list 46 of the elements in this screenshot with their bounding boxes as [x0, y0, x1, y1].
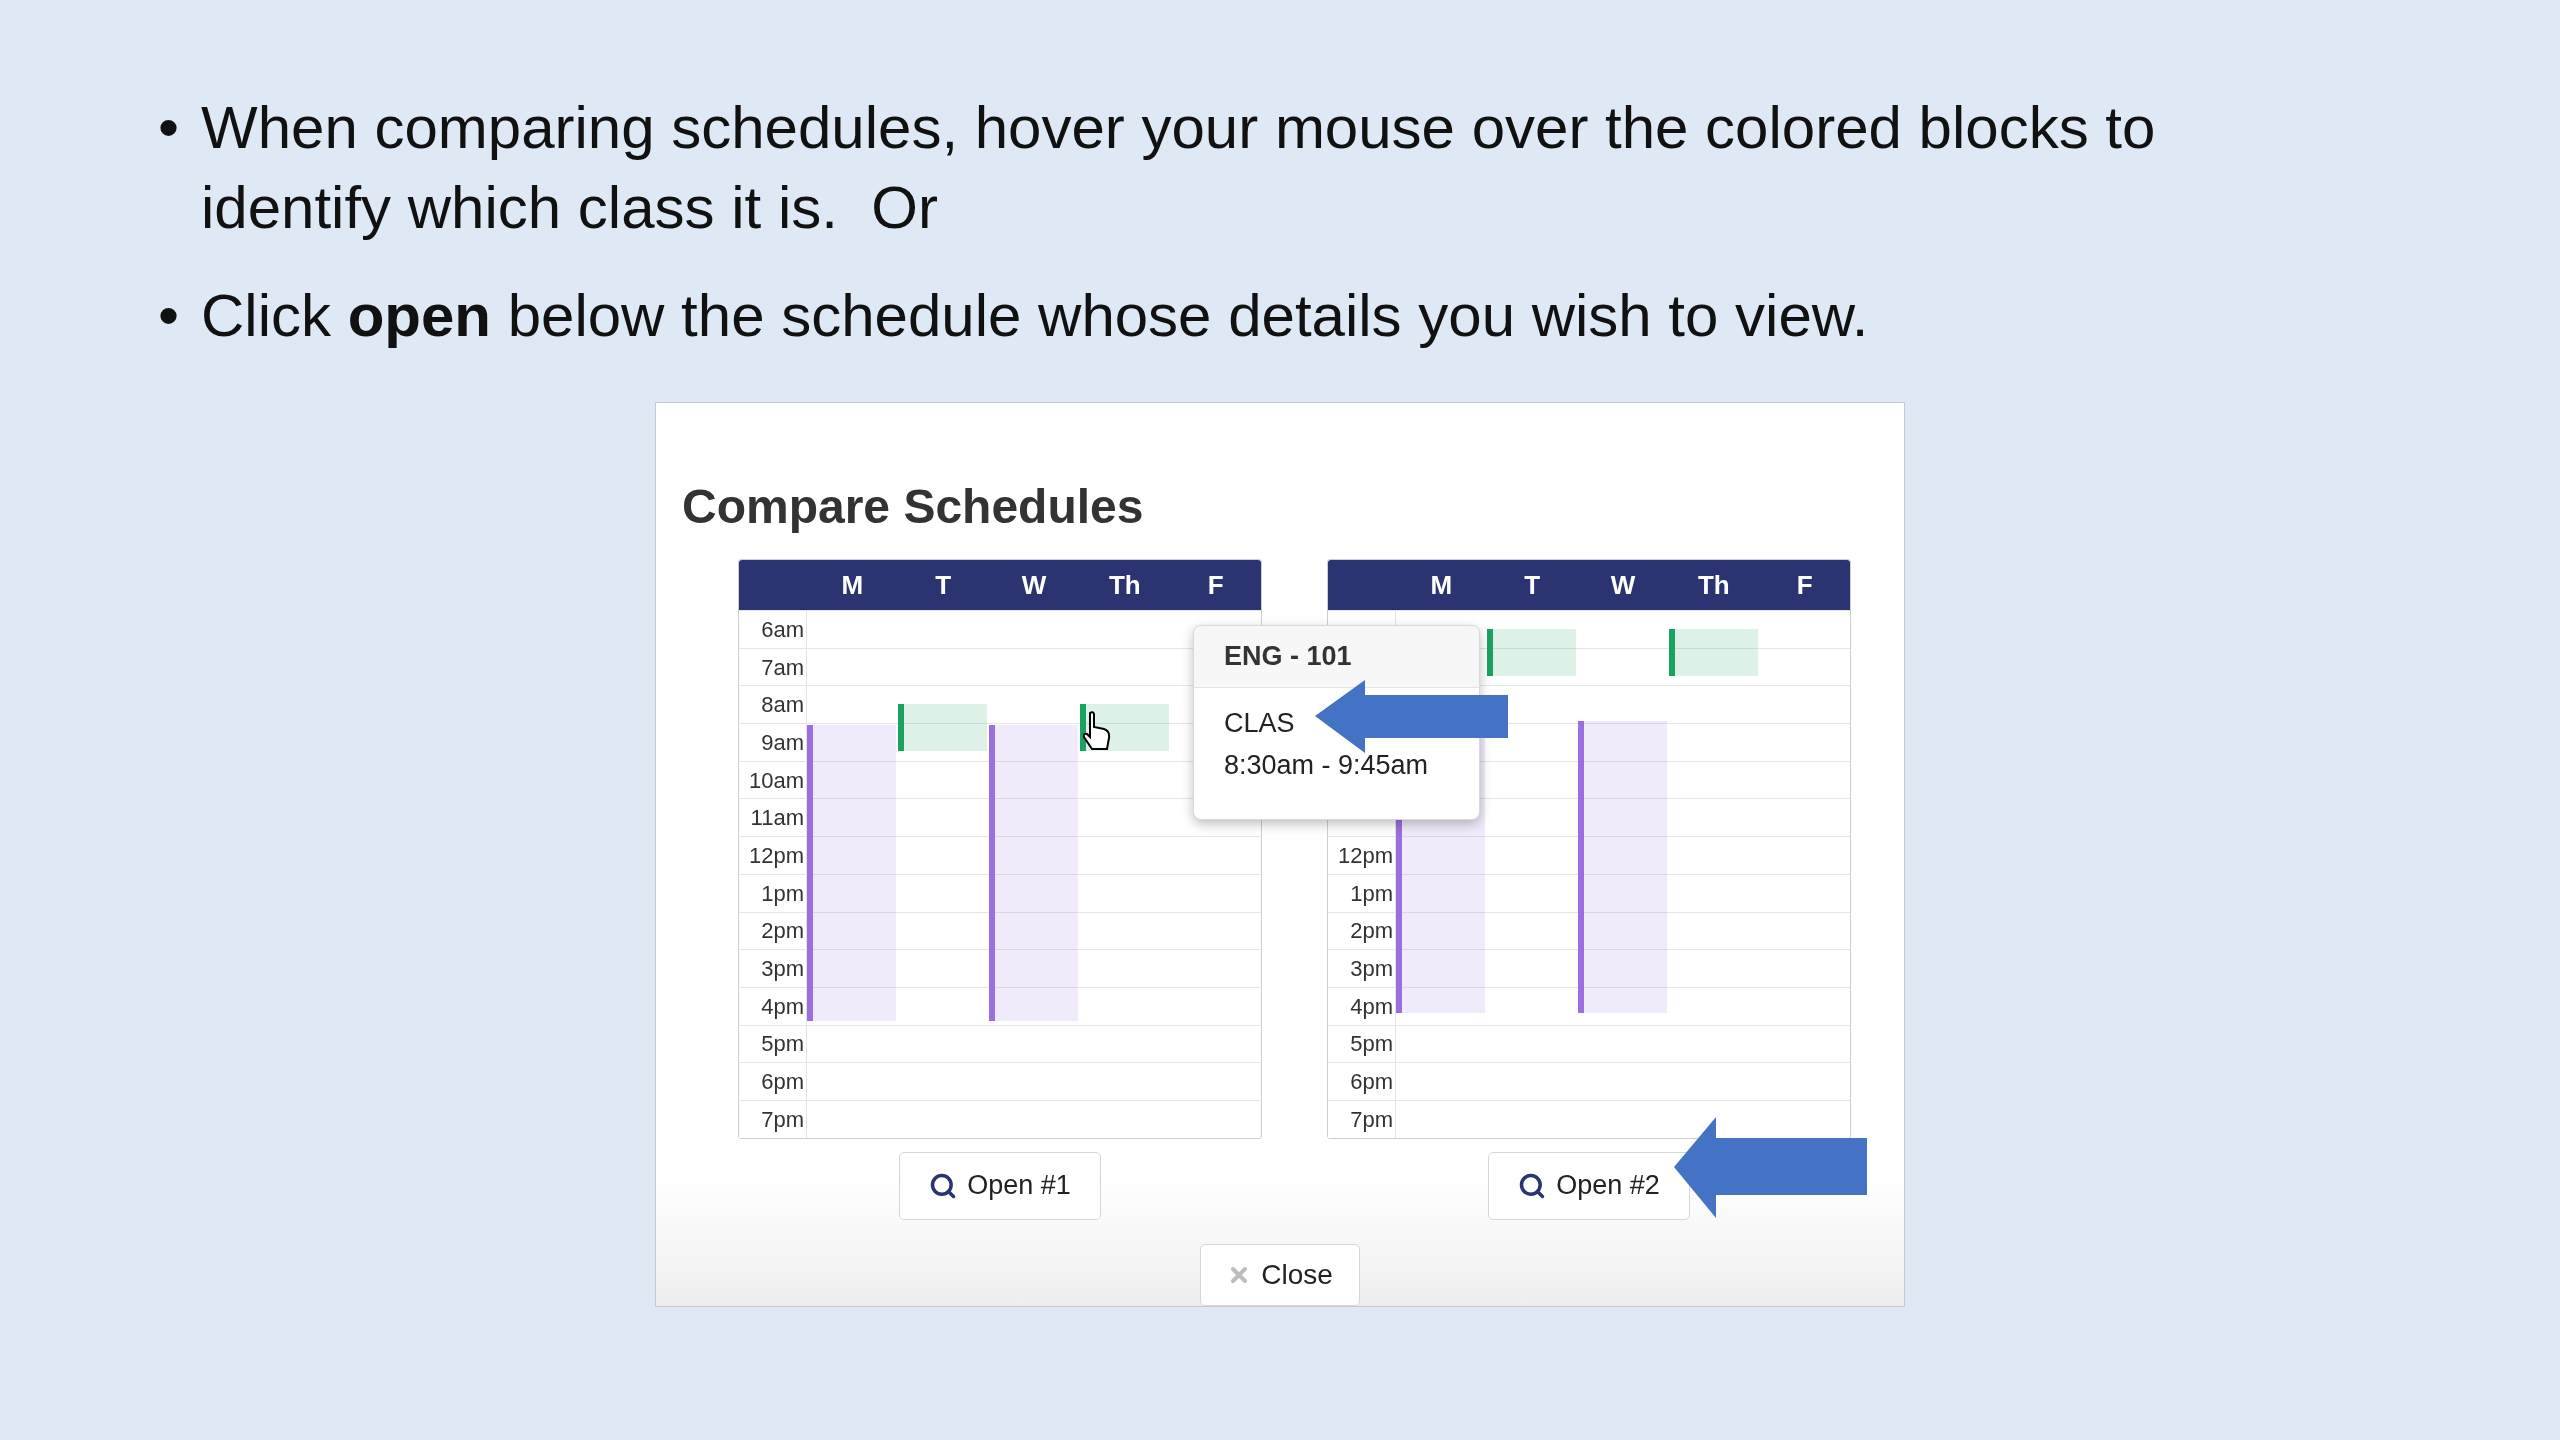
bullet-text: Click open below the schedule whose details you wish to view. [201, 281, 1870, 351]
time-label: 6pm [1350, 1068, 1393, 1097]
time-label: 6am [761, 615, 804, 644]
time-label: 9am [761, 728, 804, 757]
day-header: T [1524, 568, 1541, 602]
tooltip-text: CLAS [1224, 707, 1296, 740]
day-header: F [1207, 568, 1224, 602]
hand-cursor-icon [1082, 711, 1112, 751]
time-label: 12pm [748, 841, 804, 870]
day-header: W [1610, 568, 1636, 602]
time-label: 7pm [761, 1105, 804, 1134]
time-label: 2pm [1350, 917, 1393, 946]
time-label: 3pm [761, 955, 804, 984]
tooltip-text: 8:30am - 9:45am [1224, 749, 1430, 782]
time-label: 11am [750, 804, 804, 833]
bullet-text: When comparing schedules, hover your mouse over the colored blocks to identify which class it is. Or [201, 93, 2157, 243]
time-label: 4pm [761, 992, 804, 1021]
time-label: 2pm [761, 917, 804, 946]
time-label: 7am [761, 653, 804, 682]
open-button[interactable]: Open #2 [1488, 1151, 1690, 1220]
tooltip-title: ENG - 101 [1224, 640, 1352, 674]
dialog-title: Compare Schedules [682, 479, 1145, 535]
search-icon [929, 1171, 958, 1200]
bullet-marker: • [158, 93, 179, 163]
day-header: Th [1697, 568, 1730, 602]
day-header: M [841, 568, 864, 602]
bullet-marker: • [158, 281, 179, 351]
time-label: 6pm [761, 1068, 804, 1097]
close-button[interactable]: Close [1200, 1243, 1360, 1306]
day-header: Th [1108, 568, 1141, 602]
open-button[interactable]: Open #1 [899, 1151, 1101, 1220]
time-label: 5pm [1350, 1030, 1393, 1059]
time-label: 3pm [1350, 955, 1393, 984]
time-label: 1pm [761, 879, 804, 908]
time-label: 1pm [1350, 879, 1393, 908]
search-icon [1518, 1171, 1547, 1200]
day-header: F [1796, 568, 1813, 602]
day-header: W [1021, 568, 1047, 602]
time-label: 12pm [1337, 841, 1393, 870]
time-label: 4pm [1350, 992, 1393, 1021]
day-header: M [1430, 568, 1453, 602]
time-label: 8am [761, 691, 804, 720]
time-label: 5pm [761, 1030, 804, 1059]
day-header: T [935, 568, 952, 602]
time-label: 10am [748, 766, 804, 795]
time-label: 7pm [1350, 1105, 1393, 1134]
